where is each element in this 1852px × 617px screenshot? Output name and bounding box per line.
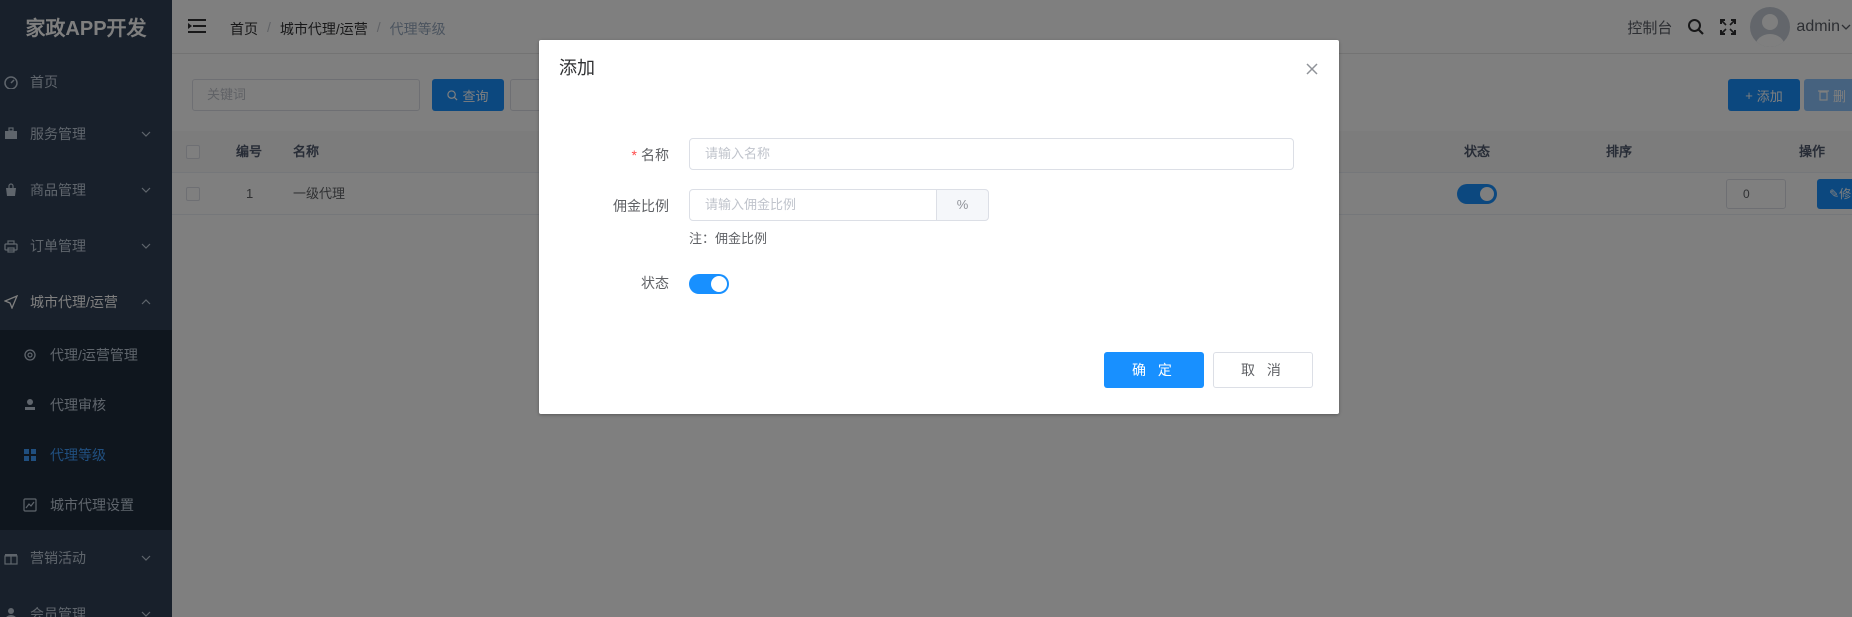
dialog-title: 添加 xyxy=(559,58,595,78)
commission-hint: 注：佣金比例 xyxy=(689,231,768,246)
cancel-button[interactable]: 取 消 xyxy=(1213,352,1313,388)
name-label: * 名称 xyxy=(631,147,669,163)
percent-suffix: % xyxy=(936,189,989,221)
add-dialog: 添加 * 名称 请输入名称 佣金比例 请输入佣金比例 % 注：佣金比例 状态 确 … xyxy=(539,40,1339,414)
name-input[interactable]: 请输入名称 xyxy=(689,138,1294,170)
close-icon[interactable] xyxy=(1305,62,1319,76)
status-label: 状态 xyxy=(641,275,669,291)
status-switch[interactable] xyxy=(689,274,729,294)
commission-input[interactable]: 请输入佣金比例 xyxy=(689,189,937,221)
commission-label: 佣金比例 xyxy=(613,198,669,214)
confirm-button[interactable]: 确 定 xyxy=(1104,352,1204,388)
